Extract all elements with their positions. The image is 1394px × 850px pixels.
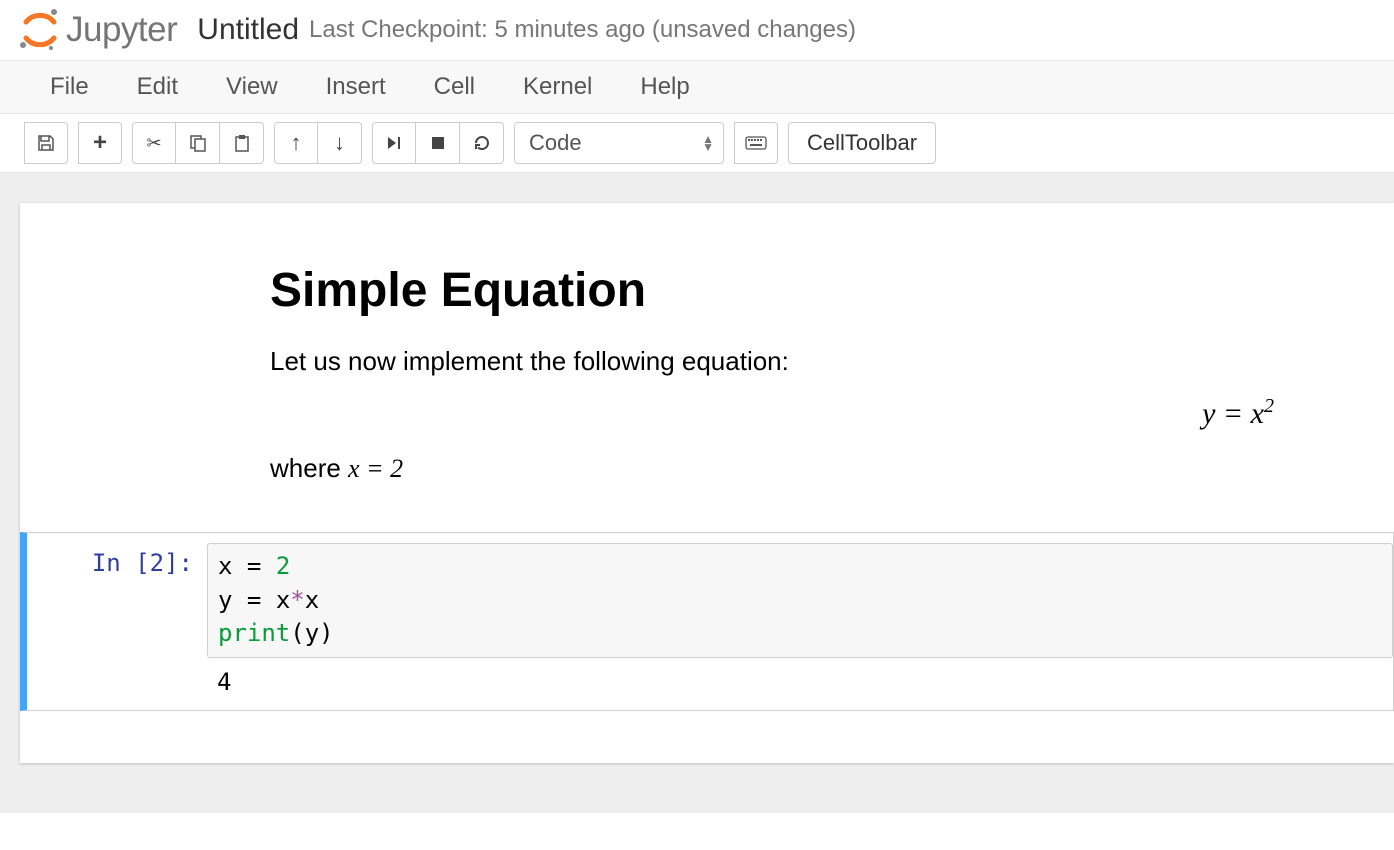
code-token: ( xyxy=(290,619,304,647)
menubar: File Edit View Insert Cell Kernel Help xyxy=(0,61,1394,114)
cell-type-select[interactable]: Code ▲▼ xyxy=(514,122,724,164)
checkpoint-status: Last Checkpoint: 5 minutes ago (unsaved … xyxy=(309,16,856,44)
notebook-area: Simple Equation Let us now implement the… xyxy=(0,173,1394,813)
menu-help[interactable]: Help xyxy=(636,69,693,105)
code-token: print xyxy=(218,619,290,647)
code-token: * xyxy=(290,586,304,614)
where-prefix: where xyxy=(270,453,348,483)
menu-view[interactable]: View xyxy=(222,69,282,105)
save-icon xyxy=(37,134,55,152)
code-token: y xyxy=(218,586,232,614)
markdown-where: where x = 2 xyxy=(270,453,1374,484)
header: Jupyter Untitled Last Checkpoint: 5 minu… xyxy=(0,0,1394,61)
arrow-up-icon: ↑ xyxy=(291,130,302,156)
command-palette-button[interactable] xyxy=(734,122,778,164)
paste-button[interactable] xyxy=(220,122,264,164)
code-cell[interactable]: In [2]: x = 2 y = x*x print(y) 4 xyxy=(20,532,1394,711)
save-button[interactable] xyxy=(24,122,68,164)
code-token: 2 xyxy=(276,552,290,580)
markdown-intro: Let us now implement the following equat… xyxy=(270,346,1374,377)
code-token: x xyxy=(218,552,232,580)
code-editor[interactable]: x = 2 y = x*x print(y) xyxy=(207,543,1393,658)
code-token: y xyxy=(305,619,319,647)
cell-type-value: Code xyxy=(529,130,582,156)
menu-kernel[interactable]: Kernel xyxy=(519,69,596,105)
input-prompt: In [2]: xyxy=(27,543,207,696)
output-text: 4 xyxy=(207,658,1393,696)
jupyter-logo[interactable]: Jupyter xyxy=(18,8,177,52)
keyboard-icon xyxy=(745,136,767,150)
markdown-heading: Simple Equation xyxy=(270,263,1374,318)
run-icon xyxy=(386,135,402,151)
brand-text: Jupyter xyxy=(66,10,177,50)
copy-icon xyxy=(189,134,207,152)
cut-button[interactable]: ✂ xyxy=(132,122,176,164)
markdown-cell[interactable]: Simple Equation Let us now implement the… xyxy=(20,243,1394,522)
restart-button[interactable] xyxy=(460,122,504,164)
move-down-button[interactable]: ↓ xyxy=(318,122,362,164)
notebook-container: Simple Equation Let us now implement the… xyxy=(20,203,1394,763)
run-button[interactable] xyxy=(372,122,416,164)
arrow-down-icon: ↓ xyxy=(334,130,345,156)
cell-toolbar-button[interactable]: CellToolbar xyxy=(788,122,936,164)
menu-file[interactable]: File xyxy=(46,69,93,105)
code-token: = xyxy=(232,586,275,614)
menu-edit[interactable]: Edit xyxy=(133,69,182,105)
paste-icon xyxy=(233,134,251,152)
add-cell-button[interactable]: + xyxy=(78,122,122,164)
copy-button[interactable] xyxy=(176,122,220,164)
notebook-name[interactable]: Untitled xyxy=(197,13,299,47)
where-math: x = 2 xyxy=(348,454,403,483)
cut-icon: ✂ xyxy=(146,133,161,154)
move-up-button[interactable]: ↑ xyxy=(274,122,318,164)
equation-display: y = x2 xyxy=(270,395,1374,431)
restart-icon xyxy=(473,134,491,152)
jupyter-logo-icon xyxy=(18,8,62,52)
stop-icon xyxy=(431,136,445,150)
menu-cell[interactable]: Cell xyxy=(430,69,479,105)
code-token: x xyxy=(305,586,319,614)
toolbar: + ✂ ↑ ↓ Code ▲▼ xyxy=(0,114,1394,173)
plus-icon: + xyxy=(93,129,107,157)
code-token: ) xyxy=(319,619,333,647)
cell-toolbar-label: CellToolbar xyxy=(807,130,917,156)
menu-insert[interactable]: Insert xyxy=(322,69,390,105)
stop-button[interactable] xyxy=(416,122,460,164)
code-token: = xyxy=(232,552,275,580)
input-area: x = 2 y = x*x print(y) 4 xyxy=(207,543,1393,696)
code-token: x xyxy=(276,586,290,614)
